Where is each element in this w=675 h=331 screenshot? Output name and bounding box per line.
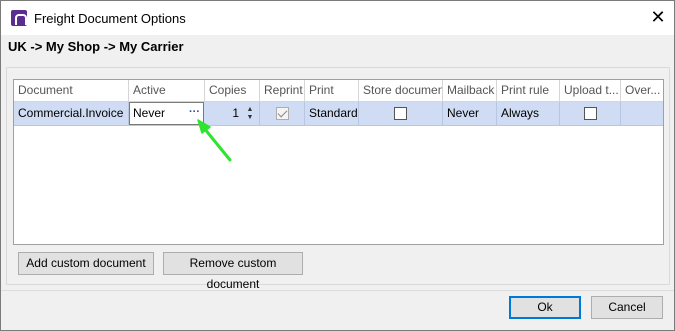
- ok-button[interactable]: Ok: [509, 296, 581, 319]
- cell-store-document: [359, 102, 443, 126]
- dialog-window: Freight Document Options ✕ UK -> My Shop…: [0, 0, 675, 331]
- copies-spinner[interactable]: ▲ ▼: [245, 106, 255, 122]
- column-header-upload[interactable]: Upload t...: [560, 80, 621, 102]
- close-icon[interactable]: ✕: [647, 6, 669, 28]
- table-row[interactable]: Commercial.Invoice Never ··· 1 ▲ ▼ Stand…: [14, 102, 663, 126]
- ellipsis-icon[interactable]: ···: [187, 104, 202, 123]
- cell-reprint: [260, 102, 305, 126]
- cell-override[interactable]: [621, 102, 663, 126]
- app-logo-icon: [11, 10, 27, 26]
- chevron-down-icon[interactable]: ▼: [245, 114, 255, 122]
- column-header-print-rule[interactable]: Print rule: [497, 80, 560, 102]
- checkmark-icon: [277, 107, 288, 118]
- cell-upload: [560, 102, 621, 126]
- column-header-override[interactable]: Over...: [621, 80, 663, 102]
- grid-header: Document Active Copies Reprint Print Sto…: [14, 80, 663, 102]
- active-editor[interactable]: Never ···: [129, 102, 204, 125]
- chevron-up-icon[interactable]: ▲: [245, 106, 255, 114]
- reprint-checkbox[interactable]: [276, 107, 289, 120]
- cell-mailback[interactable]: Never: [443, 102, 497, 126]
- breadcrumb: UK -> My Shop -> My Carrier: [8, 39, 184, 54]
- window-title: Freight Document Options: [34, 11, 186, 26]
- column-header-mailback[interactable]: Mailback: [443, 80, 497, 102]
- upload-checkbox[interactable]: [584, 107, 597, 120]
- column-header-copies[interactable]: Copies: [205, 80, 260, 102]
- cell-print[interactable]: Standard: [305, 102, 359, 126]
- store-document-checkbox[interactable]: [394, 107, 407, 120]
- cell-print-rule[interactable]: Always: [497, 102, 560, 126]
- remove-custom-document-button[interactable]: Remove custom document: [163, 252, 303, 291]
- column-header-document[interactable]: Document: [14, 80, 129, 102]
- active-value[interactable]: Never: [133, 103, 165, 124]
- footer-divider: [1, 290, 674, 291]
- column-header-reprint[interactable]: Reprint: [260, 80, 305, 102]
- cancel-button[interactable]: Cancel: [591, 296, 663, 319]
- column-header-print[interactable]: Print: [305, 80, 359, 102]
- documents-grid[interactable]: Document Active Copies Reprint Print Sto…: [13, 79, 664, 245]
- copies-value[interactable]: 1: [232, 102, 239, 125]
- title-bar: Freight Document Options ✕: [1, 1, 674, 35]
- column-header-store-document[interactable]: Store document: [359, 80, 443, 102]
- cell-document[interactable]: Commercial.Invoice: [14, 102, 129, 126]
- column-header-active[interactable]: Active: [129, 80, 205, 102]
- cell-copies[interactable]: 1 ▲ ▼: [205, 102, 260, 126]
- add-custom-document-button[interactable]: Add custom document: [18, 252, 154, 275]
